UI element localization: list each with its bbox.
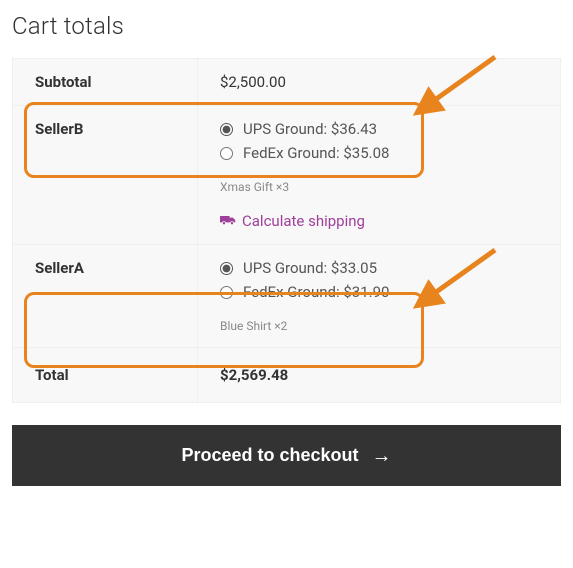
total-label: Total: [13, 348, 198, 403]
shipping-option[interactable]: UPS Ground: $36.43: [220, 120, 538, 138]
seller-b-name: SellerB: [13, 106, 198, 245]
seller-row-b: SellerB UPS Ground: $36.43 FedEx Ground:…: [13, 106, 561, 245]
shipping-option-label: UPS Ground: $33.05: [243, 259, 377, 277]
subtotal-row: Subtotal $2,500.00: [13, 59, 561, 106]
page-title: Cart totals: [12, 12, 561, 40]
seller-items-note: Xmas Gift ×3: [220, 180, 538, 194]
shipping-option-label: FedEx Ground: $31.90: [243, 283, 389, 301]
seller-items-note: Blue Shirt ×2: [220, 319, 538, 333]
shipping-radio-ups-a[interactable]: [220, 262, 233, 275]
subtotal-value: $2,500.00: [198, 59, 561, 106]
proceed-to-checkout-button[interactable]: Proceed to checkout →: [12, 425, 561, 486]
checkout-label: Proceed to checkout: [181, 445, 358, 465]
shipping-radio-fedex-a[interactable]: [220, 286, 233, 299]
seller-row-a: SellerA UPS Ground: $33.05 FedEx Ground:…: [13, 245, 561, 348]
shipping-option[interactable]: FedEx Ground: $35.08: [220, 144, 538, 162]
shipping-radio-fedex-b[interactable]: [220, 147, 233, 160]
shipping-option[interactable]: FedEx Ground: $31.90: [220, 283, 538, 301]
seller-a-name: SellerA: [13, 245, 198, 348]
subtotal-label: Subtotal: [13, 59, 198, 106]
shipping-option-label: FedEx Ground: $35.08: [243, 144, 389, 162]
total-value: $2,569.48: [198, 348, 561, 403]
total-row: Total $2,569.48: [13, 348, 561, 403]
truck-icon: [220, 212, 242, 230]
shipping-option-label: UPS Ground: $36.43: [243, 120, 377, 138]
calculate-shipping-label: Calculate shipping: [242, 212, 365, 230]
shipping-radio-ups-b[interactable]: [220, 123, 233, 136]
calculate-shipping-link[interactable]: Calculate shipping: [220, 212, 365, 230]
cart-totals-table: Subtotal $2,500.00 SellerB UPS Ground: $…: [12, 58, 561, 403]
shipping-option[interactable]: UPS Ground: $33.05: [220, 259, 538, 277]
